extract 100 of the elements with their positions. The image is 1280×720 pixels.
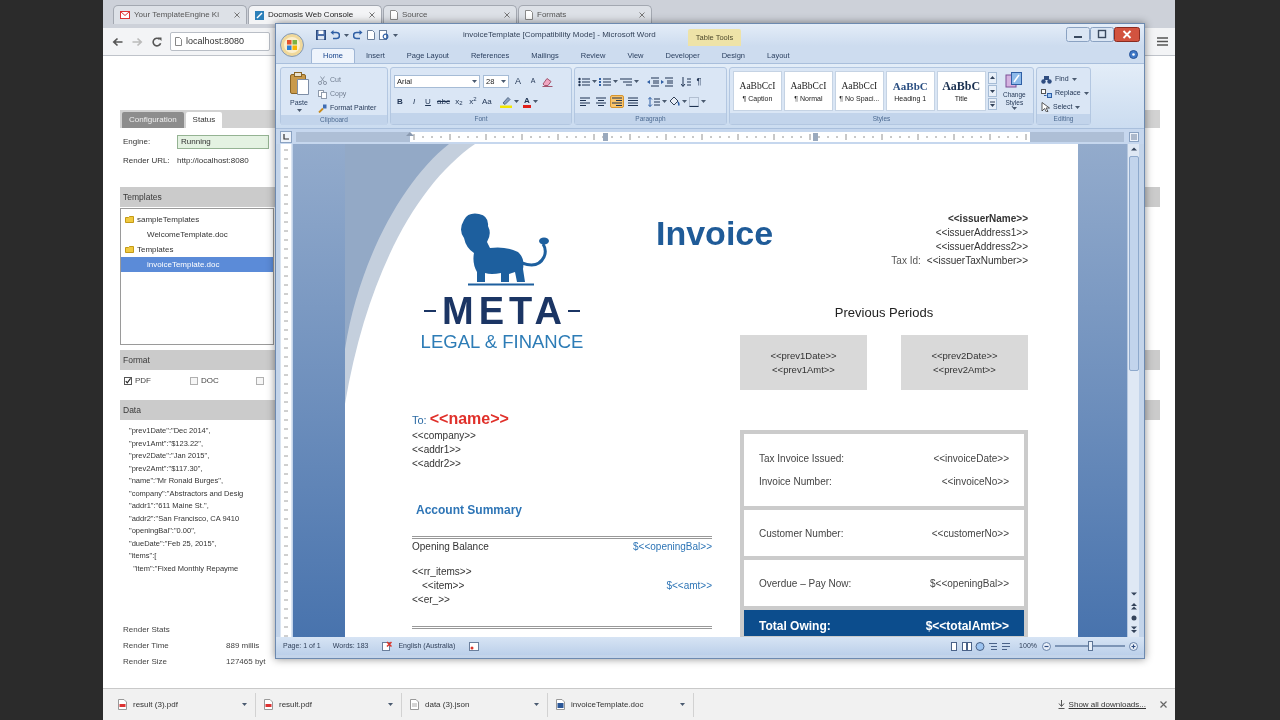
download-item[interactable]: result.pdf xyxy=(256,692,402,717)
gallery-more-icon[interactable] xyxy=(987,97,997,110)
format-button[interactable]: x$_{2}$ xyxy=(452,95,465,108)
caret-icon[interactable] xyxy=(662,100,667,103)
ruler-toggle-icon[interactable] xyxy=(1129,131,1139,142)
slider-thumb[interactable] xyxy=(1088,641,1093,651)
clear-formatting-icon[interactable] xyxy=(542,76,553,87)
summary-row-value: $<<amt>> xyxy=(666,578,712,593)
zoom-out-icon[interactable] xyxy=(1042,641,1051,651)
format-button[interactable]: abc xyxy=(436,95,451,108)
gallery-down-icon[interactable] xyxy=(987,84,997,97)
format-button[interactable]: U xyxy=(422,95,434,108)
highlighter-icon[interactable] xyxy=(499,95,512,108)
line-spacing-icon[interactable] xyxy=(648,96,660,107)
tree-item[interactable]: sampleTemplates xyxy=(121,212,273,227)
recipient-line: <<company>> xyxy=(412,429,477,443)
caret-icon[interactable] xyxy=(513,100,519,103)
browser-tab[interactable]: Your TemplateEngine Ki xyxy=(113,5,247,24)
close-icon[interactable] xyxy=(1114,27,1140,42)
undo-icon[interactable] xyxy=(330,30,340,40)
sort-icon[interactable] xyxy=(681,76,691,87)
caret-icon[interactable] xyxy=(532,100,538,103)
tree-item[interactable]: WelcomeTemplate.doc xyxy=(121,227,273,242)
format-button[interactable]: I xyxy=(408,95,420,108)
engine-field[interactable]: Running xyxy=(177,135,269,149)
render-url: http://localhost:8080 xyxy=(177,155,249,167)
caret-icon[interactable] xyxy=(613,80,618,83)
multilevel-list-icon[interactable] xyxy=(620,76,632,87)
print-layout-icon[interactable] xyxy=(949,641,960,651)
align-button[interactable] xyxy=(594,95,608,108)
shading-icon[interactable] xyxy=(669,96,680,107)
new-document-icon[interactable] xyxy=(367,30,375,40)
caret-icon[interactable] xyxy=(701,100,706,103)
caret-icon[interactable] xyxy=(388,703,393,706)
caret-icon[interactable] xyxy=(534,703,539,706)
zoom-in-icon[interactable] xyxy=(1129,641,1138,651)
address-bar[interactable]: localhost:8080 xyxy=(170,32,270,51)
save-icon[interactable] xyxy=(316,30,326,40)
caret-icon[interactable] xyxy=(682,100,687,103)
proofing-icon[interactable] xyxy=(382,641,393,651)
menu-icon[interactable] xyxy=(1157,37,1168,46)
show-all-downloads-link[interactable]: Show all downloads... xyxy=(1068,698,1146,711)
format-button[interactable]: B xyxy=(394,95,406,108)
summary-value: <<invoiceDate>> xyxy=(933,452,1009,466)
bullets-icon[interactable] xyxy=(578,76,590,87)
align-button[interactable] xyxy=(626,95,640,108)
previous-page-icon[interactable] xyxy=(1128,601,1139,611)
minimize-icon[interactable] xyxy=(1066,27,1090,42)
outline-icon[interactable] xyxy=(988,641,999,651)
redo-icon[interactable] xyxy=(353,30,363,40)
reading-layout-icon[interactable] xyxy=(962,641,973,651)
print-preview-icon[interactable] xyxy=(379,30,389,40)
decrease-indent-icon[interactable] xyxy=(647,76,659,87)
align-button[interactable] xyxy=(610,95,624,108)
checkbox[interactable] xyxy=(190,377,198,385)
back-icon[interactable] xyxy=(112,36,123,47)
close-icon[interactable] xyxy=(504,12,510,18)
format-button[interactable]: Aa xyxy=(480,95,493,108)
caret-icon[interactable] xyxy=(592,80,597,83)
caret-icon[interactable] xyxy=(634,80,639,83)
caret-icon[interactable] xyxy=(393,33,398,37)
summary-value: $<<openingBal>> xyxy=(930,576,1009,591)
help-icon[interactable] xyxy=(1129,50,1138,59)
borders-icon[interactable] xyxy=(689,96,699,107)
close-icon[interactable] xyxy=(639,12,645,18)
tree-item[interactable]: Templates xyxy=(121,242,273,257)
align-button[interactable] xyxy=(578,95,592,108)
grow-font-button[interactable]: A xyxy=(512,75,524,88)
show-marks-button[interactable]: ¶ xyxy=(693,75,705,88)
gallery-up-icon[interactable] xyxy=(987,71,997,84)
font-color-button[interactable]: A xyxy=(522,95,531,108)
increase-indent-icon[interactable] xyxy=(661,76,673,87)
draft-icon[interactable] xyxy=(1001,641,1012,651)
summary-row-label: Opening Balance xyxy=(412,539,489,554)
period-amount: <<prev1Amt>> xyxy=(772,362,835,377)
format-button[interactable]: x$^{2}$ xyxy=(466,95,479,108)
tab-stop-icon[interactable] xyxy=(280,130,292,143)
checkbox[interactable] xyxy=(124,377,132,385)
download-item[interactable]: invoiceTemplate.doc xyxy=(548,692,694,717)
period-date: <<prev2Date>> xyxy=(931,348,998,363)
vertical-scrollbar[interactable] xyxy=(1127,144,1139,637)
align-left-icon xyxy=(580,97,590,106)
caret-icon[interactable] xyxy=(680,703,685,706)
web-layout-icon[interactable] xyxy=(975,641,986,651)
maximize-icon[interactable] xyxy=(1090,27,1114,42)
checkbox[interactable] xyxy=(256,377,264,385)
reload-icon[interactable] xyxy=(152,36,162,47)
scroll-thumb[interactable] xyxy=(1128,156,1139,371)
close-icon[interactable] xyxy=(1160,701,1167,708)
checkbox-label: DOC xyxy=(201,375,219,387)
caret-icon[interactable] xyxy=(344,33,349,37)
numbering-icon[interactable] xyxy=(599,76,611,87)
browser-tab[interactable]: Docmosis Web Console xyxy=(248,5,382,24)
period-amount: <<prev2Amt>> xyxy=(933,362,996,377)
macro-record-icon[interactable] xyxy=(469,641,480,651)
panel-tab[interactable]: Status xyxy=(185,112,223,128)
close-icon[interactable] xyxy=(369,12,375,18)
download-item[interactable]: result (3).pdf xyxy=(110,692,256,717)
download-item[interactable]: data (3).json xyxy=(402,692,548,717)
caret-icon[interactable] xyxy=(242,703,247,706)
